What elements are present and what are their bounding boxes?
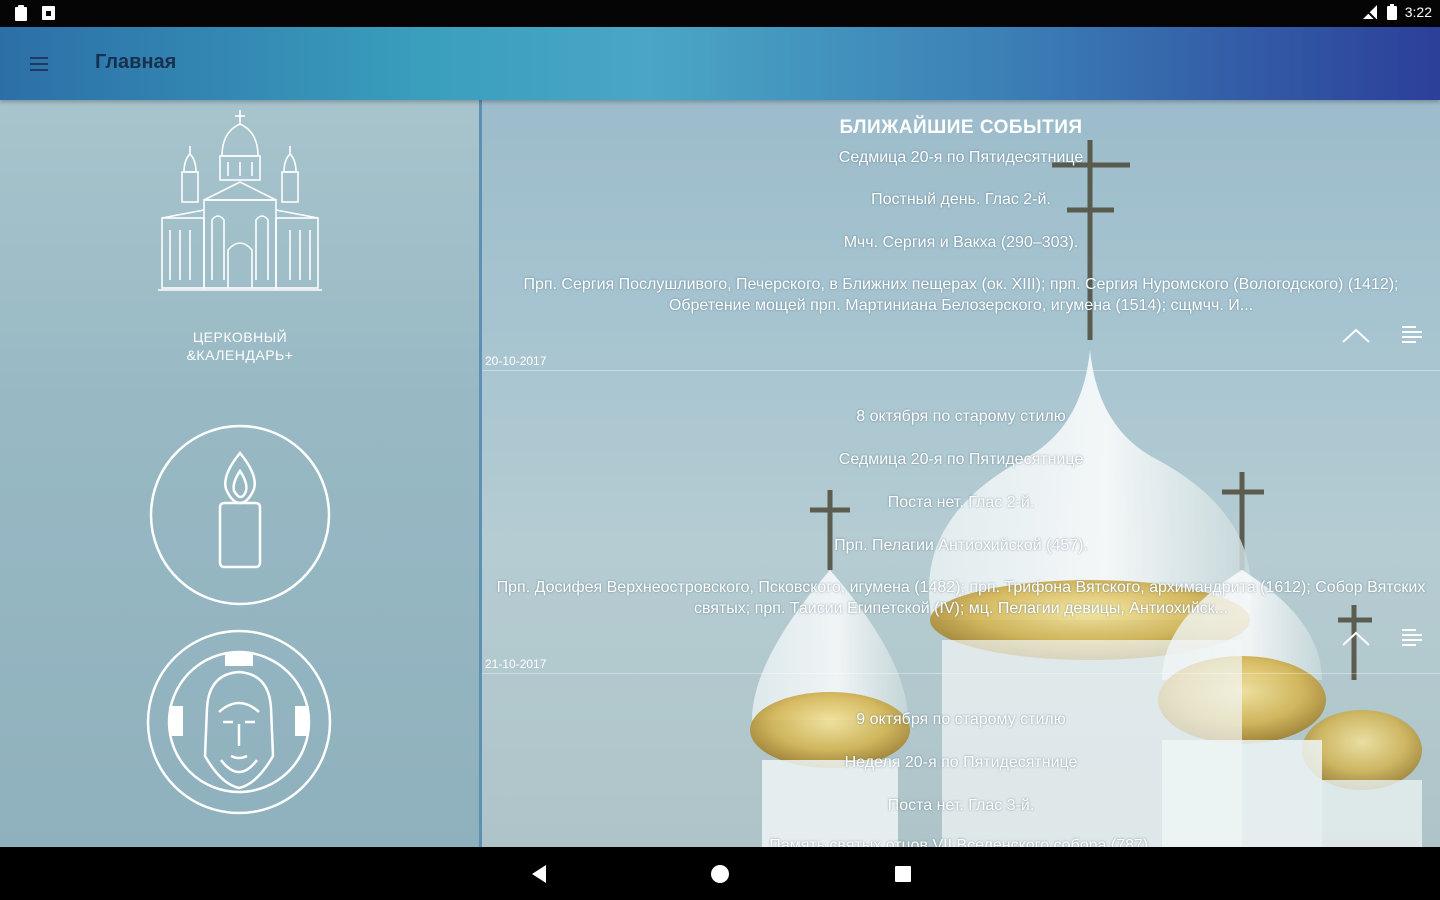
event-details: Прп. Сергия Послушливого, Печерского, в … (523, 276, 1399, 314)
event-fast: Поста нет. Глас 3-й. (887, 797, 1035, 814)
collapse-chevron-icon[interactable] (1341, 326, 1371, 344)
calendar-notification-icon (42, 6, 55, 20)
event-saints: Прп. Пелагии Антиохийской (457). (834, 537, 1088, 554)
event-week: Седмица 20-я по Пятидесятнице (838, 451, 1084, 468)
page-title: Главная (95, 51, 177, 73)
recents-icon[interactable] (892, 862, 914, 886)
main-content: ЦЕРКОВНЫЙ &КАЛЕНДАРЬ+ БЛИЖАЙШИЕ СОБЫТИЯ … (0, 100, 1440, 847)
menu-icon (30, 57, 48, 59)
signal-icon (1361, 5, 1377, 20)
menu-icon-bar (30, 63, 48, 65)
logo-line-2: &КАЛЕНДАРЬ+ (186, 347, 294, 363)
candle-icon (218, 451, 262, 569)
event-saints: Мчч. Сергия и Вакха (290–303). (843, 234, 1079, 251)
church-domes-background (750, 140, 1422, 847)
collapse-chevron-icon[interactable] (1341, 629, 1371, 647)
christ-icon (167, 650, 311, 794)
event-fast: Постный день. Глас 2-й. (871, 191, 1051, 208)
status-time: 3:22 (1404, 4, 1432, 20)
home-icon[interactable] (709, 862, 731, 886)
event-date: 21-10-2017 (485, 657, 547, 671)
event-separator (482, 673, 1440, 674)
event-saints: Память святых отцов VII Вселенского собо… (769, 837, 1153, 847)
status-bar: 3:22 (0, 0, 1440, 27)
icon-jesus-button[interactable] (145, 628, 333, 816)
back-icon[interactable] (528, 862, 550, 886)
cathedral-logo[interactable] (156, 110, 324, 298)
menu-icon-bar (30, 69, 48, 71)
event-fast: Поста нет. Глас 2-й. (887, 494, 1035, 511)
system-nav-bar (0, 847, 1440, 900)
event-old-style: 8 октября по старому стилю (856, 408, 1066, 425)
candle-button[interactable] (148, 423, 332, 607)
app-bar: Главная (0, 27, 1440, 100)
event-week: Неделя 20-я по Пятидесятнице (844, 754, 1078, 771)
event-details: Прп. Досифея Верхнеостровского, Псковско… (496, 579, 1426, 617)
menu-button[interactable] (26, 49, 56, 79)
details-list-icon[interactable] (1402, 627, 1422, 647)
events-panel[interactable]: БЛИЖАЙШИЕ СОБЫТИЯ Седмица 20-я по Пятиде… (482, 100, 1440, 847)
clipboard-icon (15, 5, 27, 21)
event-date: 20-10-2017 (485, 354, 547, 368)
event-separator (482, 370, 1440, 371)
events-title: БЛИЖАЙШИЕ СОБЫТИЯ (839, 117, 1083, 138)
app-logo-text: ЦЕРКОВНЫЙ &КАЛЕНДАРЬ+ (160, 328, 320, 364)
left-panel: ЦЕРКОВНЫЙ &КАЛЕНДАРЬ+ (0, 100, 479, 847)
event-week: Седмица 20-я по Пятидесятнице (838, 149, 1084, 166)
event-old-style: 9 октября по старому стилю (856, 711, 1066, 728)
logo-line-1: ЦЕРКОВНЫЙ (192, 329, 288, 345)
details-list-icon[interactable] (1402, 324, 1422, 344)
battery-icon (1386, 4, 1397, 20)
